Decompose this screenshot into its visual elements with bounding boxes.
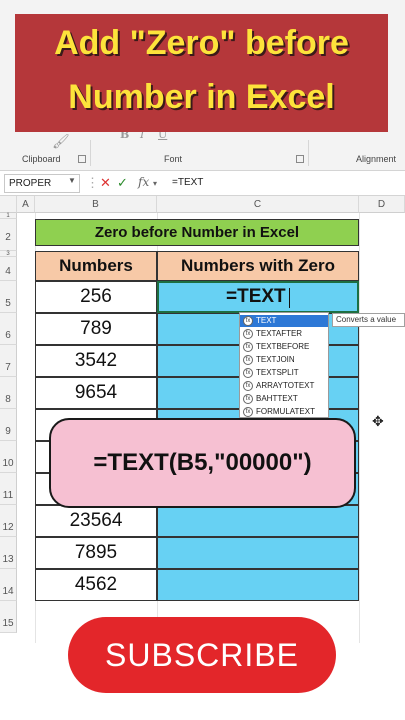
row-header[interactable]: 2 bbox=[0, 219, 17, 251]
column-header-d[interactable]: D bbox=[359, 196, 405, 213]
chevron-down-icon[interactable]: ▾ bbox=[153, 179, 157, 188]
number-cell[interactable]: 4562 bbox=[35, 569, 157, 601]
select-all-corner[interactable] bbox=[0, 196, 17, 213]
result-cell[interactable] bbox=[157, 569, 359, 601]
function-icon: fx bbox=[243, 381, 253, 391]
ribbon-group-alignment: Alignment bbox=[356, 154, 397, 164]
row-header[interactable]: 12 bbox=[0, 505, 17, 537]
insert-function-icon[interactable]: fx bbox=[138, 175, 149, 189]
function-icon: fx bbox=[243, 355, 253, 365]
column-title-numbers-with-zero[interactable]: Numbers with Zero bbox=[157, 251, 359, 281]
cell-cursor-icon: ✥ bbox=[372, 413, 384, 429]
enter-icon[interactable]: ✓ bbox=[117, 175, 128, 191]
ribbon-divider bbox=[308, 140, 309, 166]
number-cell[interactable]: 7895 bbox=[35, 537, 157, 569]
title-line-1: Add "Zero" before bbox=[54, 24, 349, 62]
subscribe-button[interactable]: SUBSCRIBE bbox=[68, 617, 336, 693]
result-cell[interactable] bbox=[157, 505, 359, 537]
row-header[interactable]: 7 bbox=[0, 345, 17, 377]
autocomplete-item-label: FORMULATEXT bbox=[256, 407, 315, 416]
autocomplete-item[interactable]: fx TEXTBEFORE bbox=[240, 341, 328, 353]
function-tooltip: Converts a value bbox=[332, 313, 405, 327]
ribbon-group-font: Font bbox=[164, 154, 183, 164]
autocomplete-item-label: TEXTAFTER bbox=[256, 329, 303, 338]
autocomplete-item[interactable]: fx TEXTJOIN bbox=[240, 354, 328, 366]
function-icon: fx bbox=[243, 407, 253, 417]
autocomplete-item-label: ARRAYTOTEXT bbox=[256, 381, 315, 390]
row-header[interactable]: 8 bbox=[0, 377, 17, 409]
cancel-icon[interactable]: ✕ bbox=[100, 175, 111, 191]
row-header[interactable]: 10 bbox=[0, 441, 17, 473]
sheet-heading[interactable]: Zero before Number in Excel bbox=[35, 219, 359, 246]
column-title-numbers[interactable]: Numbers bbox=[35, 251, 157, 281]
ribbon-group-clipboard: Clipboard bbox=[22, 154, 61, 164]
column-header-b[interactable]: B bbox=[35, 196, 157, 213]
active-cell-text: =TEXT bbox=[226, 286, 286, 307]
autocomplete-item-label: TEXTBEFORE bbox=[256, 342, 310, 351]
font-launcher-icon[interactable] bbox=[296, 155, 304, 163]
more-icon: ⋮ bbox=[86, 175, 99, 190]
row-header[interactable]: 9 bbox=[0, 409, 17, 441]
autocomplete-item-label: TEXTJOIN bbox=[256, 355, 295, 364]
number-cell[interactable]: 3542 bbox=[35, 345, 157, 377]
function-autocomplete-list: fx TEXT fx TEXTAFTER fx TEXTBEFORE fx TEXTJO… bbox=[239, 312, 329, 418]
function-icon: fx bbox=[243, 342, 253, 352]
autocomplete-item-label: TEXTSPLIT bbox=[256, 368, 299, 377]
formula-callout: =TEXT(B5,"00000") bbox=[49, 418, 356, 508]
chevron-down-icon[interactable]: ▼ bbox=[68, 176, 76, 185]
number-cell[interactable]: 23564 bbox=[35, 505, 157, 537]
autocomplete-item-label: BAHTTEXT bbox=[256, 394, 298, 403]
title-line-2: Number in Excel bbox=[68, 78, 335, 116]
text-caret bbox=[289, 288, 290, 308]
ribbon-divider bbox=[90, 140, 91, 166]
autocomplete-item[interactable]: fx FORMULATEXT bbox=[240, 406, 328, 418]
formula-input[interactable]: =TEXT bbox=[172, 177, 203, 188]
function-icon: fx bbox=[243, 329, 253, 339]
column-header-a[interactable]: A bbox=[17, 196, 35, 213]
row-header[interactable]: 15 bbox=[0, 601, 17, 633]
number-cell[interactable]: 256 bbox=[35, 281, 157, 313]
row-header[interactable]: 14 bbox=[0, 569, 17, 601]
autocomplete-item[interactable]: fx BAHTTEXT bbox=[240, 393, 328, 405]
autocomplete-item-label: TEXT bbox=[256, 316, 277, 325]
title-banner: Add "Zero" before Number in Excel bbox=[15, 14, 388, 132]
autocomplete-item[interactable]: fx TEXT bbox=[240, 315, 328, 327]
function-icon: fx bbox=[243, 368, 253, 378]
format-painter-icon[interactable]: 🖌 bbox=[52, 134, 70, 150]
clipboard-launcher-icon[interactable] bbox=[78, 155, 86, 163]
number-cell[interactable]: 789 bbox=[35, 313, 157, 345]
row-header[interactable]: 13 bbox=[0, 537, 17, 569]
gridline bbox=[359, 213, 360, 643]
autocomplete-item[interactable]: fx TEXTAFTER bbox=[240, 328, 328, 340]
row-header[interactable]: 11 bbox=[0, 473, 17, 505]
function-icon: fx bbox=[243, 394, 253, 404]
number-cell[interactable]: 9654 bbox=[35, 377, 157, 409]
row-header[interactable]: 5 bbox=[0, 281, 17, 313]
autocomplete-item[interactable]: fx TEXTSPLIT bbox=[240, 367, 328, 379]
formula-bar: PROPER ▼ ⋮ ✕ ✓ fx ▾ =TEXT bbox=[0, 170, 405, 196]
result-cell[interactable] bbox=[157, 537, 359, 569]
function-icon: fx bbox=[243, 316, 253, 326]
row-header[interactable]: 4 bbox=[0, 257, 17, 281]
column-header-c[interactable]: C bbox=[157, 196, 359, 213]
row-header[interactable]: 6 bbox=[0, 313, 17, 345]
autocomplete-item[interactable]: fx ARRAYTOTEXT bbox=[240, 380, 328, 392]
